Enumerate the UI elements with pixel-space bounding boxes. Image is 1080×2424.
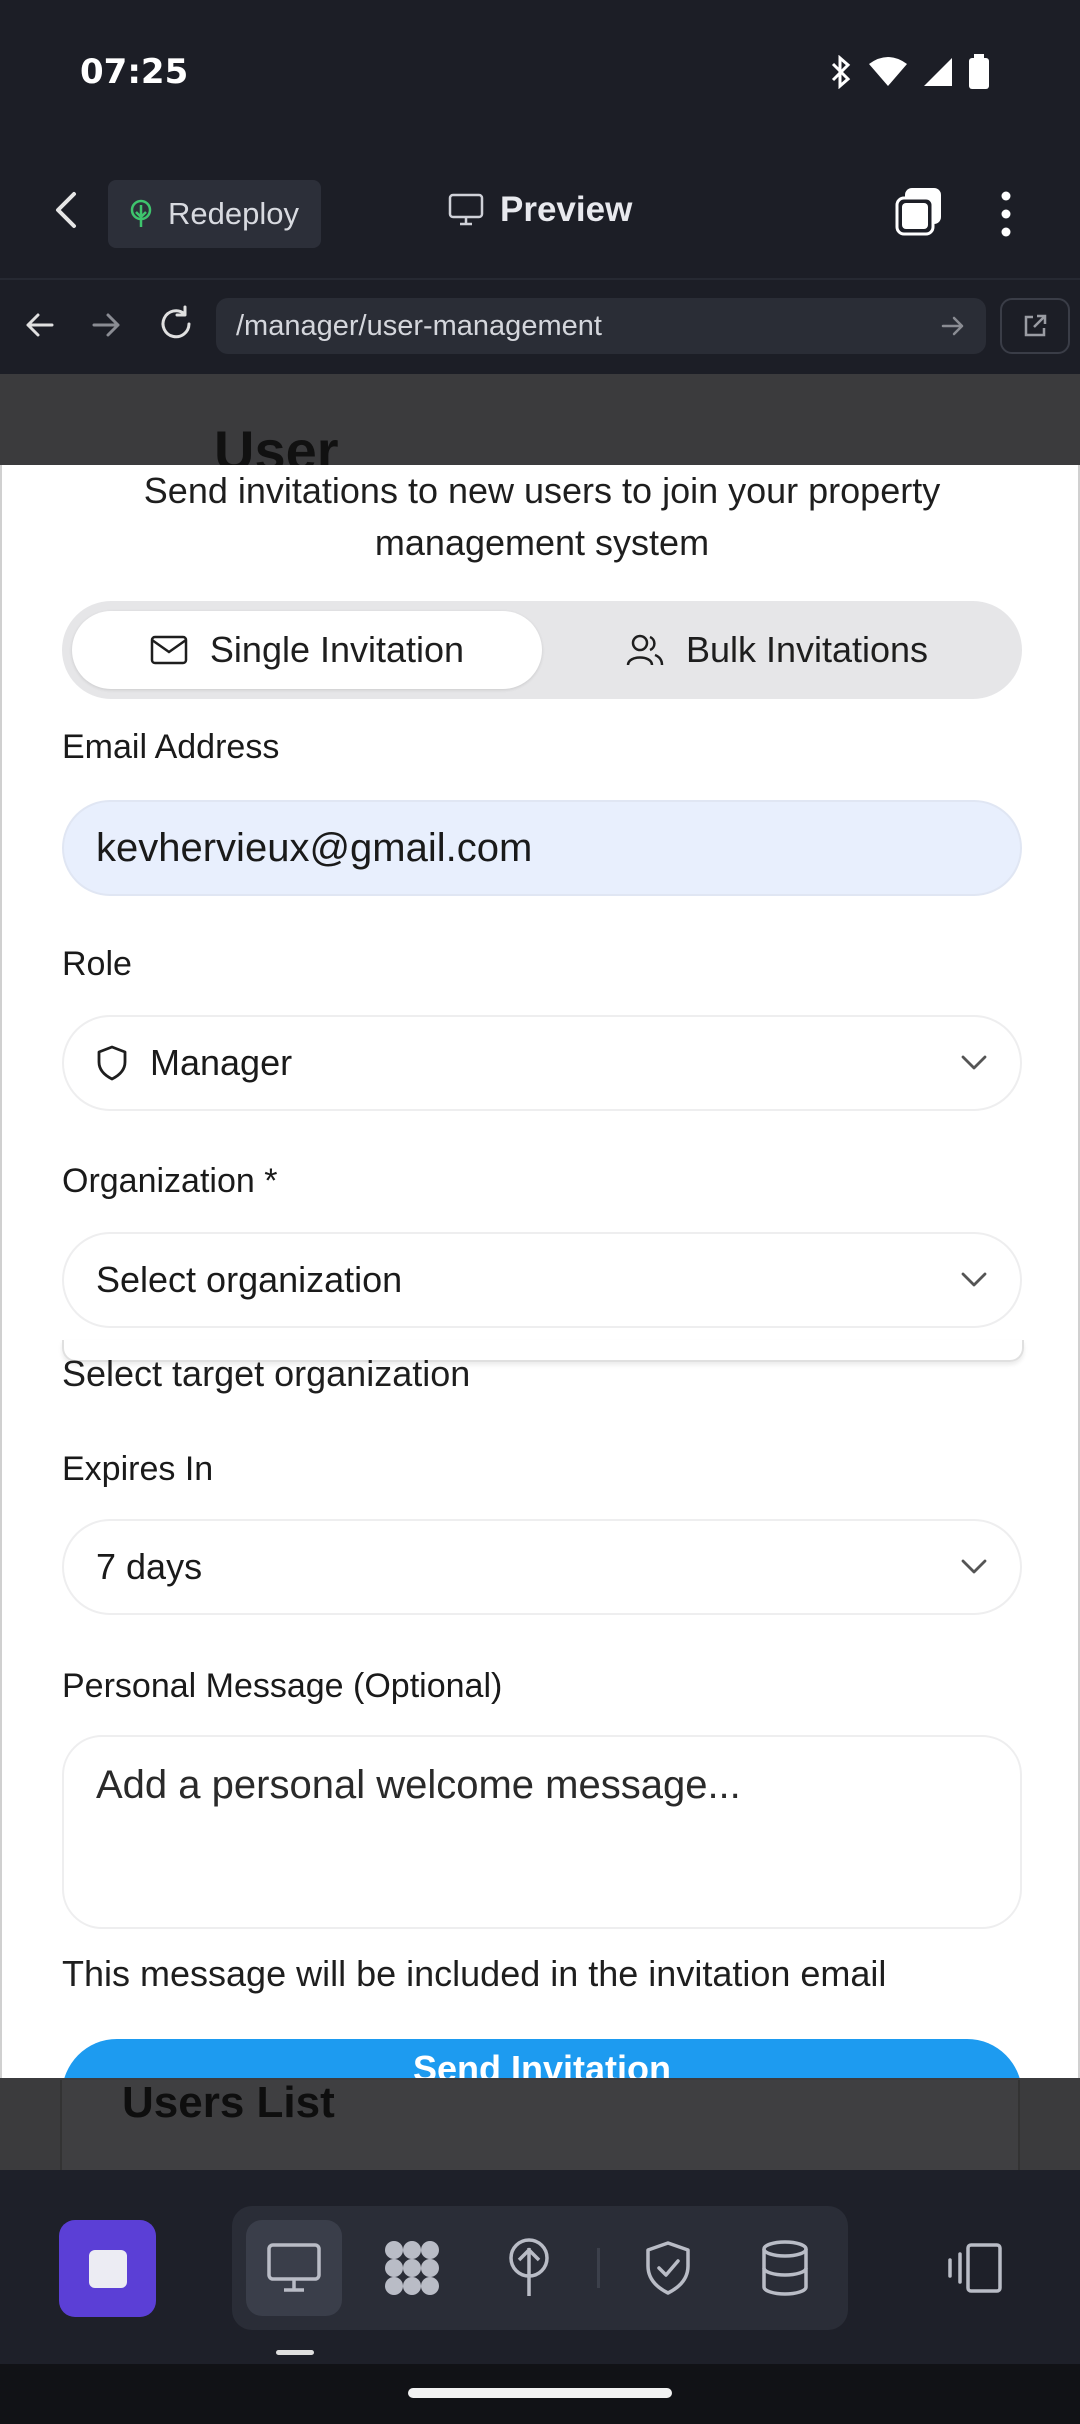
deploy-icon bbox=[509, 2238, 549, 2296]
role-label: Role bbox=[62, 945, 132, 983]
modal-description: Send invitations to new users to join yo… bbox=[143, 470, 941, 563]
invitation-tabs: Single Invitation Bulk Invitations bbox=[62, 601, 1022, 699]
organization-select[interactable]: Select organization bbox=[62, 1232, 1022, 1328]
shield-icon bbox=[97, 1045, 127, 1081]
preview-title: Preview bbox=[448, 190, 632, 230]
reload-icon[interactable] bbox=[156, 304, 196, 344]
chevron-down-icon bbox=[961, 1272, 987, 1287]
toolbar-separator bbox=[597, 2248, 600, 2288]
home-indicator[interactable] bbox=[408, 2388, 672, 2398]
stop-icon bbox=[88, 2249, 127, 2288]
bluetooth-icon bbox=[831, 55, 851, 89]
status-icons bbox=[828, 54, 990, 90]
expires-label: Expires In bbox=[62, 1450, 214, 1488]
role-select[interactable]: Manager bbox=[62, 1015, 1022, 1111]
signal-icon bbox=[924, 58, 952, 86]
organization-placeholder: Select organization bbox=[96, 1259, 403, 1300]
nav-back-icon[interactable] bbox=[22, 307, 58, 343]
copy-icon[interactable] bbox=[893, 186, 945, 238]
status-time: 07:25 bbox=[80, 52, 189, 92]
message-label: Personal Message (Optional) bbox=[62, 1667, 503, 1705]
email-label: Email Address bbox=[62, 728, 280, 766]
organization-hint: Select target organization bbox=[62, 1353, 471, 1394]
message-placeholder: Add a personal welcome message... bbox=[96, 1763, 741, 1807]
role-value: Manager bbox=[150, 1042, 293, 1083]
tool-apps[interactable] bbox=[364, 2220, 460, 2316]
go-icon[interactable] bbox=[940, 313, 966, 339]
active-tool-indicator bbox=[276, 2350, 314, 2355]
url-field[interactable]: /manager/user-management bbox=[216, 298, 986, 354]
monitor-icon bbox=[448, 193, 484, 226]
back-icon[interactable] bbox=[46, 188, 90, 232]
external-link-icon bbox=[1024, 314, 1047, 337]
battery-icon bbox=[969, 54, 989, 89]
open-external-button[interactable] bbox=[1000, 298, 1070, 354]
tool-security[interactable] bbox=[620, 2220, 716, 2316]
security-icon bbox=[646, 2241, 690, 2295]
preview-label: Preview bbox=[500, 190, 633, 229]
nav-forward-icon[interactable] bbox=[88, 307, 124, 343]
chevron-down-icon bbox=[961, 1559, 987, 1574]
expires-select[interactable]: 7 days bbox=[62, 1519, 1022, 1615]
tab-label: Bulk Invitations bbox=[685, 629, 929, 670]
chevron-down-icon bbox=[961, 1055, 987, 1070]
email-value: kevhervieux@gmail.com bbox=[96, 825, 533, 870]
database-icon bbox=[762, 2240, 808, 2296]
users-list-title: Users List bbox=[122, 2078, 335, 2127]
monitor-icon bbox=[267, 2243, 321, 2292]
tool-preview[interactable] bbox=[246, 2220, 342, 2316]
tab-single-invitation[interactable]: Single Invitation bbox=[72, 611, 542, 689]
tool-database[interactable] bbox=[737, 2220, 833, 2316]
message-hint: This message will be included in the inv… bbox=[62, 1953, 887, 1994]
users-icon bbox=[626, 634, 664, 666]
wifi-icon bbox=[869, 57, 907, 86]
organization-label: Organization * bbox=[62, 1162, 278, 1200]
redeploy-button[interactable]: Redeploy bbox=[108, 180, 321, 248]
more-options-icon[interactable] bbox=[988, 188, 1024, 240]
apps-icon bbox=[385, 2241, 439, 2295]
email-field[interactable]: kevhervieux@gmail.com bbox=[62, 800, 1022, 896]
tab-label: Single Invitation bbox=[209, 629, 465, 670]
mail-icon bbox=[150, 635, 188, 665]
expires-value: 7 days bbox=[96, 1546, 203, 1587]
stop-button[interactable] bbox=[59, 2220, 156, 2317]
tool-deploy[interactable] bbox=[481, 2220, 577, 2316]
send-invitation-button[interactable]: Send Invitation bbox=[62, 2039, 1022, 2078]
personal-message-textarea[interactable]: Add a personal welcome message... bbox=[62, 1735, 1022, 1929]
tool-devices[interactable] bbox=[926, 2220, 1022, 2316]
invite-modal: Send invitations to new users to join yo… bbox=[0, 465, 1080, 2078]
redeploy-label: Redeploy bbox=[168, 196, 299, 231]
url-path: /manager/user-management bbox=[236, 309, 602, 342]
tab-bulk-invitations[interactable]: Bulk Invitations bbox=[542, 611, 1012, 689]
redeploy-icon bbox=[130, 199, 152, 227]
header-divider bbox=[0, 278, 1080, 280]
devices-icon bbox=[948, 2243, 1002, 2293]
